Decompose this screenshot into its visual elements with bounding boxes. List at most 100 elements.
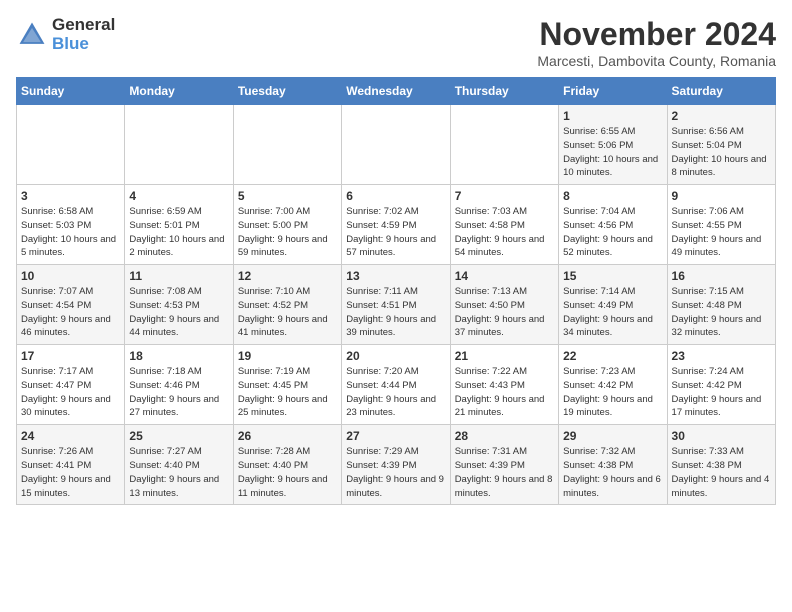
day-info: Sunrise: 7:33 AMSunset: 4:38 PMDaylight:… bbox=[672, 445, 771, 500]
day-number: 24 bbox=[21, 429, 120, 443]
header-day-saturday: Saturday bbox=[667, 78, 775, 105]
day-number: 12 bbox=[238, 269, 337, 283]
day-number: 25 bbox=[129, 429, 228, 443]
day-cell: 12 Sunrise: 7:10 AMSunset: 4:52 PMDayligh… bbox=[233, 265, 341, 345]
header-day-monday: Monday bbox=[125, 78, 233, 105]
day-cell bbox=[17, 105, 125, 185]
day-number: 19 bbox=[238, 349, 337, 363]
day-info: Sunrise: 6:59 AMSunset: 5:01 PMDaylight:… bbox=[129, 205, 228, 260]
day-cell: 21 Sunrise: 7:22 AMSunset: 4:43 PMDayligh… bbox=[450, 345, 558, 425]
day-cell: 13 Sunrise: 7:11 AMSunset: 4:51 PMDayligh… bbox=[342, 265, 450, 345]
logo-blue: Blue bbox=[52, 35, 115, 54]
title-block: November 2024 Marcesti, Dambovita County… bbox=[537, 16, 776, 69]
day-info: Sunrise: 7:19 AMSunset: 4:45 PMDaylight:… bbox=[238, 365, 337, 420]
day-number: 13 bbox=[346, 269, 445, 283]
week-row-5: 24Sunrise: 7:26 AMSunset: 4:41 PMDayligh… bbox=[17, 425, 776, 505]
day-info: Sunrise: 7:13 AMSunset: 4:50 PMDaylight:… bbox=[455, 285, 554, 340]
day-info: Sunrise: 7:10 AMSunset: 4:52 PMDaylight:… bbox=[238, 285, 337, 340]
calendar-header: SundayMondayTuesdayWednesdayThursdayFrid… bbox=[17, 78, 776, 105]
page-header: General Blue November 2024 Marcesti, Dam… bbox=[16, 16, 776, 69]
day-number: 22 bbox=[563, 349, 662, 363]
day-number: 18 bbox=[129, 349, 228, 363]
day-cell: 27 Sunrise: 7:29 AMSunset: 4:39 PMDayligh… bbox=[342, 425, 450, 505]
day-info: Sunrise: 7:28 AMSunset: 4:40 PMDaylight:… bbox=[238, 445, 337, 500]
logo-text: General Blue bbox=[52, 16, 115, 53]
day-info: Sunrise: 7:14 AMSunset: 4:49 PMDaylight:… bbox=[563, 285, 662, 340]
day-number: 6 bbox=[346, 189, 445, 203]
day-number: 8 bbox=[563, 189, 662, 203]
day-cell: 16 Sunrise: 7:15 AMSunset: 4:48 PMDayligh… bbox=[667, 265, 775, 345]
header-day-tuesday: Tuesday bbox=[233, 78, 341, 105]
day-cell: 24Sunrise: 7:26 AMSunset: 4:41 PMDayligh… bbox=[17, 425, 125, 505]
day-number: 30 bbox=[672, 429, 771, 443]
day-cell: 4 Sunrise: 6:59 AMSunset: 5:01 PMDaylight… bbox=[125, 185, 233, 265]
day-cell: 2 Sunrise: 6:56 AMSunset: 5:04 PMDaylight… bbox=[667, 105, 775, 185]
day-cell: 29 Sunrise: 7:32 AMSunset: 4:38 PMDayligh… bbox=[559, 425, 667, 505]
day-cell: 5 Sunrise: 7:00 AMSunset: 5:00 PMDaylight… bbox=[233, 185, 341, 265]
day-number: 29 bbox=[563, 429, 662, 443]
day-number: 7 bbox=[455, 189, 554, 203]
day-cell: 19 Sunrise: 7:19 AMSunset: 4:45 PMDayligh… bbox=[233, 345, 341, 425]
day-info: Sunrise: 7:11 AMSunset: 4:51 PMDaylight:… bbox=[346, 285, 445, 340]
week-row-2: 3Sunrise: 6:58 AMSunset: 5:03 PMDaylight… bbox=[17, 185, 776, 265]
header-day-sunday: Sunday bbox=[17, 78, 125, 105]
day-cell: 25 Sunrise: 7:27 AMSunset: 4:40 PMDayligh… bbox=[125, 425, 233, 505]
day-cell: 6 Sunrise: 7:02 AMSunset: 4:59 PMDaylight… bbox=[342, 185, 450, 265]
day-info: Sunrise: 7:22 AMSunset: 4:43 PMDaylight:… bbox=[455, 365, 554, 420]
calendar-body: 1Sunrise: 6:55 AMSunset: 5:06 PMDaylight… bbox=[17, 105, 776, 505]
header-row: SundayMondayTuesdayWednesdayThursdayFrid… bbox=[17, 78, 776, 105]
day-number: 5 bbox=[238, 189, 337, 203]
day-cell bbox=[125, 105, 233, 185]
day-cell bbox=[450, 105, 558, 185]
day-info: Sunrise: 7:24 AMSunset: 4:42 PMDaylight:… bbox=[672, 365, 771, 420]
day-cell: 7 Sunrise: 7:03 AMSunset: 4:58 PMDaylight… bbox=[450, 185, 558, 265]
day-number: 16 bbox=[672, 269, 771, 283]
day-info: Sunrise: 6:58 AMSunset: 5:03 PMDaylight:… bbox=[21, 205, 120, 260]
day-info: Sunrise: 7:32 AMSunset: 4:38 PMDaylight:… bbox=[563, 445, 662, 500]
day-number: 20 bbox=[346, 349, 445, 363]
day-cell: 1Sunrise: 6:55 AMSunset: 5:06 PMDaylight… bbox=[559, 105, 667, 185]
day-cell: 10 Sunrise: 7:07 AMSunset: 4:54 PMDayligh… bbox=[17, 265, 125, 345]
day-info: Sunrise: 7:18 AMSunset: 4:46 PMDaylight:… bbox=[129, 365, 228, 420]
header-day-friday: Friday bbox=[559, 78, 667, 105]
day-cell: 23 Sunrise: 7:24 AMSunset: 4:42 PMDayligh… bbox=[667, 345, 775, 425]
day-info: Sunrise: 7:20 AMSunset: 4:44 PMDaylight:… bbox=[346, 365, 445, 420]
logo[interactable]: General Blue bbox=[16, 16, 115, 53]
day-info: Sunrise: 7:27 AMSunset: 4:40 PMDaylight:… bbox=[129, 445, 228, 500]
day-number: 27 bbox=[346, 429, 445, 443]
day-info: Sunrise: 7:15 AMSunset: 4:48 PMDaylight:… bbox=[672, 285, 771, 340]
week-row-3: 10 Sunrise: 7:07 AMSunset: 4:54 PMDayligh… bbox=[17, 265, 776, 345]
day-info: Sunrise: 7:06 AMSunset: 4:55 PMDaylight:… bbox=[672, 205, 771, 260]
day-info: Sunrise: 7:08 AMSunset: 4:53 PMDaylight:… bbox=[129, 285, 228, 340]
day-number: 21 bbox=[455, 349, 554, 363]
day-number: 10 bbox=[21, 269, 120, 283]
day-info: Sunrise: 7:02 AMSunset: 4:59 PMDaylight:… bbox=[346, 205, 445, 260]
day-cell: 9Sunrise: 7:06 AMSunset: 4:55 PMDaylight… bbox=[667, 185, 775, 265]
day-cell: 18 Sunrise: 7:18 AMSunset: 4:46 PMDayligh… bbox=[125, 345, 233, 425]
day-cell bbox=[233, 105, 341, 185]
day-info: Sunrise: 6:55 AMSunset: 5:06 PMDaylight:… bbox=[563, 125, 662, 180]
day-cell: 11 Sunrise: 7:08 AMSunset: 4:53 PMDayligh… bbox=[125, 265, 233, 345]
day-cell: 15 Sunrise: 7:14 AMSunset: 4:49 PMDayligh… bbox=[559, 265, 667, 345]
day-info: Sunrise: 7:07 AMSunset: 4:54 PMDaylight:… bbox=[21, 285, 120, 340]
day-info: Sunrise: 7:03 AMSunset: 4:58 PMDaylight:… bbox=[455, 205, 554, 260]
logo-icon bbox=[16, 19, 48, 51]
location-subtitle: Marcesti, Dambovita County, Romania bbox=[537, 53, 776, 69]
day-info: Sunrise: 7:29 AMSunset: 4:39 PMDaylight:… bbox=[346, 445, 445, 500]
day-cell: 28Sunrise: 7:31 AMSunset: 4:39 PMDayligh… bbox=[450, 425, 558, 505]
header-day-thursday: Thursday bbox=[450, 78, 558, 105]
day-cell: 8Sunrise: 7:04 AMSunset: 4:56 PMDaylight… bbox=[559, 185, 667, 265]
day-cell: 14Sunrise: 7:13 AMSunset: 4:50 PMDayligh… bbox=[450, 265, 558, 345]
day-cell: 22Sunrise: 7:23 AMSunset: 4:42 PMDayligh… bbox=[559, 345, 667, 425]
day-number: 23 bbox=[672, 349, 771, 363]
day-cell: 17Sunrise: 7:17 AMSunset: 4:47 PMDayligh… bbox=[17, 345, 125, 425]
day-number: 11 bbox=[129, 269, 228, 283]
day-number: 15 bbox=[563, 269, 662, 283]
day-cell: 20 Sunrise: 7:20 AMSunset: 4:44 PMDayligh… bbox=[342, 345, 450, 425]
day-number: 2 bbox=[672, 109, 771, 123]
day-number: 4 bbox=[129, 189, 228, 203]
day-info: Sunrise: 6:56 AMSunset: 5:04 PMDaylight:… bbox=[672, 125, 771, 180]
day-info: Sunrise: 7:00 AMSunset: 5:00 PMDaylight:… bbox=[238, 205, 337, 260]
day-number: 17 bbox=[21, 349, 120, 363]
header-day-wednesday: Wednesday bbox=[342, 78, 450, 105]
